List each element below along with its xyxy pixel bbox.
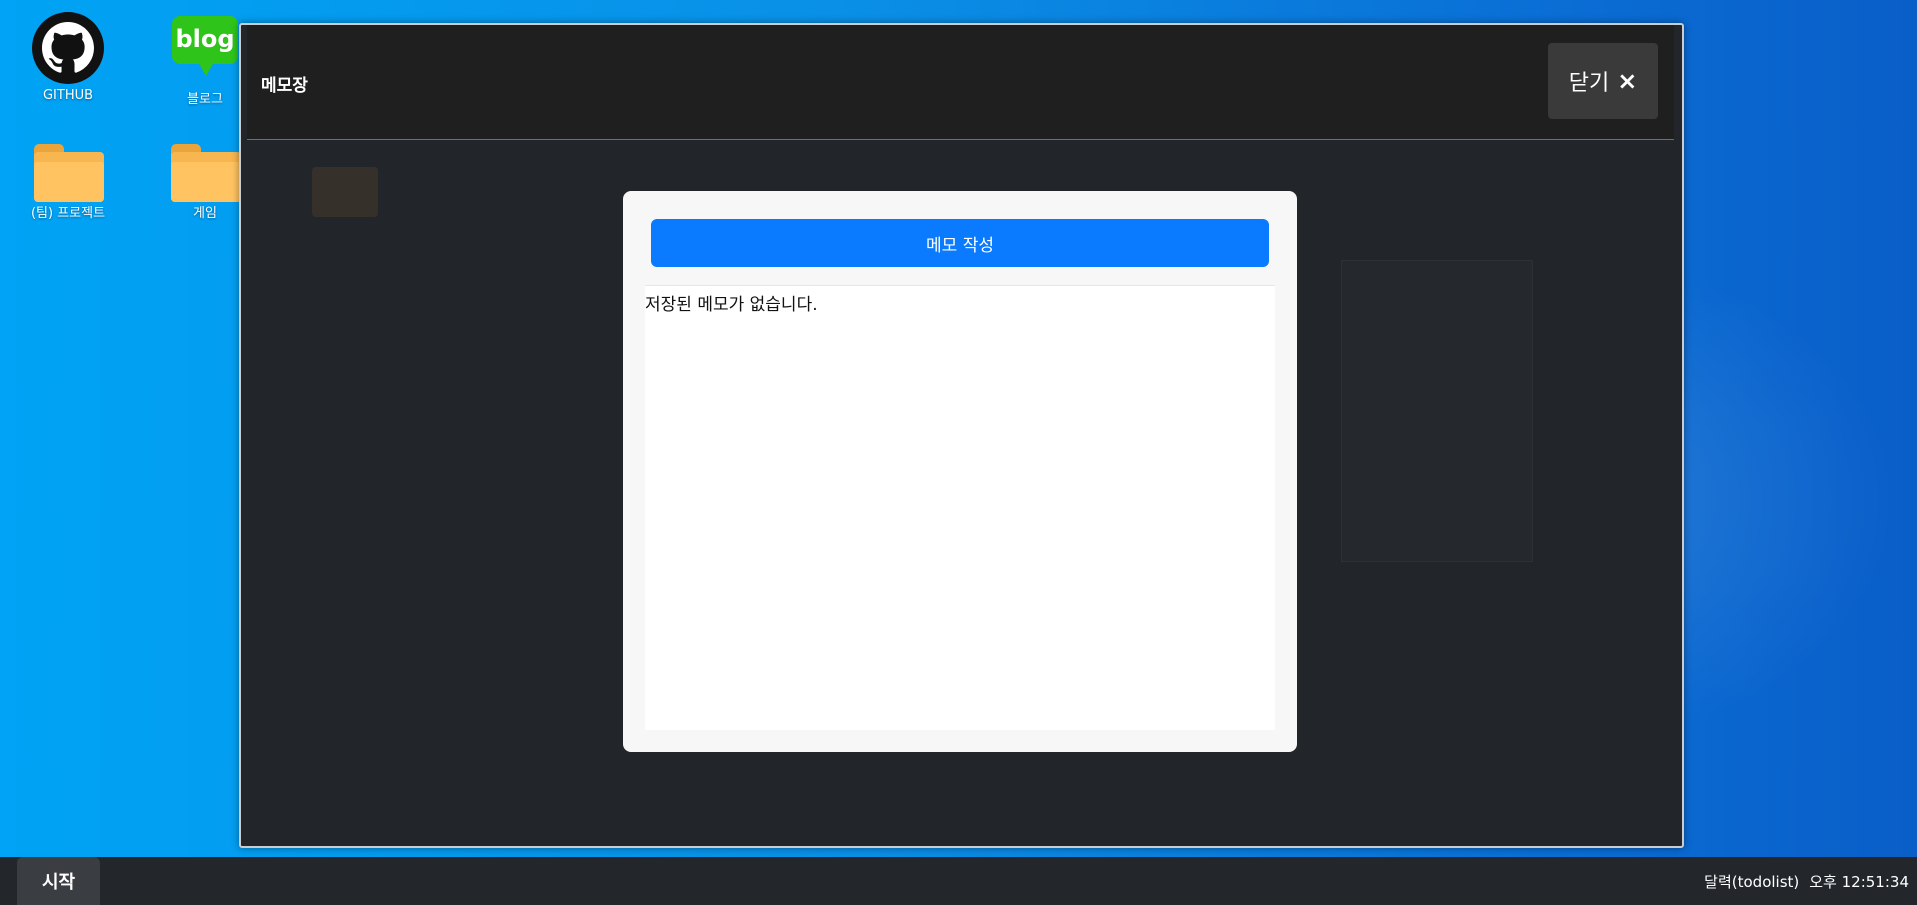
window-header: 메모장 닫기 × <box>247 25 1674 140</box>
blog-icon: blog <box>169 12 241 84</box>
window-body: 메모 작성 저장된 메모가 없습니다. <box>241 140 1682 844</box>
start-button[interactable]: 시작 <box>17 857 100 905</box>
memo-window: 메모장 닫기 × 메모 작성 저장된 메모가 없습니다. <box>239 23 1684 848</box>
desktop-icon-label: GITHUB <box>42 88 94 103</box>
create-memo-button[interactable]: 메모 작성 <box>651 219 1269 267</box>
memo-panel: 메모 작성 저장된 메모가 없습니다. <box>623 191 1297 752</box>
desktop-icon-github[interactable]: GITHUB <box>8 12 128 103</box>
calendar-button[interactable]: 달력(todolist) <box>1704 871 1799 892</box>
folder-icon <box>32 126 104 202</box>
desktop-icon-team-project[interactable]: (팀) 프로젝트 <box>8 126 128 221</box>
blog-badge: blog <box>172 16 238 76</box>
close-button-label: 닫기 <box>1568 71 1610 96</box>
window-title: 메모장 <box>261 76 308 96</box>
github-icon <box>32 12 104 84</box>
empty-message: 저장된 메모가 없습니다. <box>645 295 818 315</box>
desktop-icon-label: (팀) 프로젝트 <box>30 206 106 221</box>
close-button[interactable]: 닫기 × <box>1548 43 1658 119</box>
close-icon: × <box>1617 67 1638 95</box>
system-tray: 달력(todolist) 오후 12:51:34 <box>1704 857 1909 905</box>
clock: 오후 12:51:34 <box>1809 872 1909 891</box>
memo-list[interactable]: 저장된 메모가 없습니다. <box>645 285 1275 730</box>
taskbar: 시작 달력(todolist) 오후 12:51:34 <box>0 857 1917 905</box>
background-logo-shadow <box>1341 260 1533 562</box>
background-folder-shadow <box>312 167 378 217</box>
folder-icon <box>169 126 241 202</box>
